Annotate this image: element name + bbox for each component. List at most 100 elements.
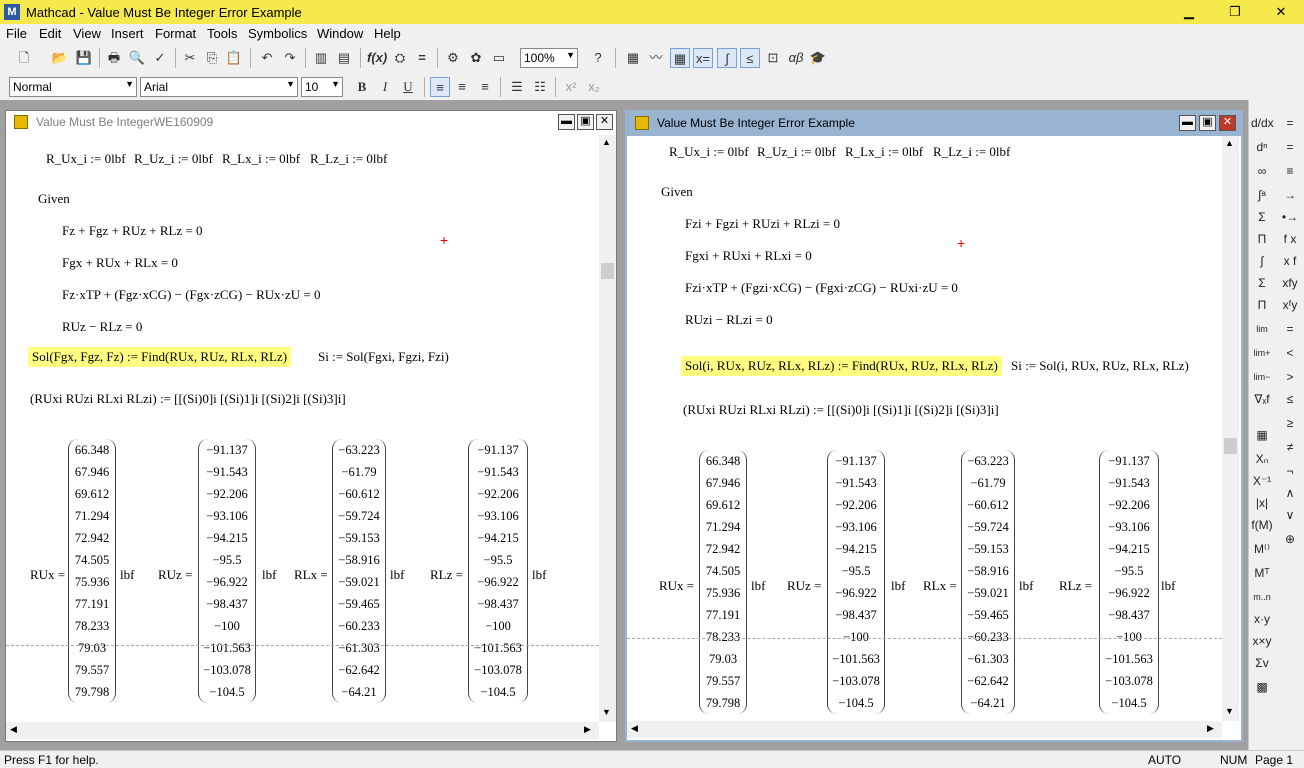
right-rlx-vector[interactable]: −63.223 −61.79 −60.612 −59.724 −59.153 −58.91… <box>961 450 1015 714</box>
prefix-operator-icon[interactable]: f x <box>1279 228 1301 250</box>
new-document-icon[interactable]: 🗋 <box>14 48 34 68</box>
left-eq-4[interactable]: RUz − RLz = 0 <box>62 319 142 335</box>
definite-integral-icon[interactable]: ∫ᵃ <box>1251 184 1273 206</box>
less-equal-icon[interactable]: ≤ <box>1279 388 1301 410</box>
left-doc-minimize-button[interactable]: ▬ <box>558 114 575 130</box>
resource-center-icon[interactable]: ✿ <box>466 48 486 68</box>
boolean-toolbar-icon[interactable]: ≤ <box>740 48 760 68</box>
superscript-button[interactable]: x² <box>561 77 581 97</box>
keyword-evaluation-icon[interactable]: •→ <box>1279 206 1301 228</box>
scroll-right-icon[interactable]: ▶ <box>584 724 591 735</box>
derivative-icon[interactable]: d/dx <box>1251 112 1274 134</box>
range-product-icon[interactable]: Π <box>1251 294 1273 316</box>
menu-format[interactable]: Format <box>155 26 196 41</box>
italic-button[interactable]: I <box>375 77 395 97</box>
spell-check-icon[interactable]: ✓ <box>150 48 170 68</box>
evaluation-toolbar-icon[interactable]: x= <box>693 48 713 68</box>
not-icon[interactable]: ¬ <box>1279 460 1301 482</box>
treefix-operator-icon[interactable]: xᶠy <box>1279 294 1301 316</box>
scroll-up-icon[interactable]: ▲ <box>1225 138 1234 148</box>
right-s-definition[interactable]: Si := Sol(i, RUx, RUz, RLx, RLz) <box>1011 358 1189 374</box>
determinant-icon[interactable]: |x| <box>1251 492 1273 514</box>
subscript-button[interactable]: x₂ <box>584 77 604 97</box>
print-icon[interactable]: 🖶 <box>104 48 124 68</box>
hyperlink-icon[interactable]: ▭ <box>489 48 509 68</box>
menu-file[interactable]: File <box>6 26 27 41</box>
postfix-operator-icon[interactable]: x f <box>1279 250 1301 272</box>
right-rlz-vector[interactable]: −91.137 −91.543 −92.206 −93.106 −94.215 −95.5… <box>1099 450 1159 714</box>
xor-icon[interactable]: ⊕ <box>1279 528 1301 550</box>
limit-icon[interactable]: lim <box>1251 318 1273 340</box>
symbolic-evaluation-icon[interactable]: → <box>1279 184 1301 206</box>
redo-icon[interactable]: ↷ <box>280 48 300 68</box>
left-ruz-vector[interactable]: −91.137 −91.543 −92.206 −93.106 −94.215 −95.5… <box>198 439 256 703</box>
right-eq-2[interactable]: Fgxi + RUxi + RLxi = 0 <box>685 248 812 264</box>
right-rux-vector[interactable]: 66.348 67.946 69.612 71.294 72.942 74.505 75.9… <box>699 450 747 714</box>
scroll-down-icon[interactable]: ▼ <box>602 707 611 717</box>
menu-insert[interactable]: Insert <box>111 26 144 41</box>
right-def-rux[interactable]: R_Ux_i := 0lbf <box>669 144 749 160</box>
global-definition-icon[interactable]: ≡ <box>1279 160 1301 182</box>
right-horizontal-scrollbar[interactable]: ◀ ▶ <box>627 721 1222 738</box>
paste-icon[interactable]: 📋 <box>224 48 244 68</box>
left-limit-icon[interactable]: lim− <box>1251 366 1273 388</box>
scroll-right-icon[interactable]: ▶ <box>1207 723 1214 734</box>
style-select[interactable]: Normal ▼ <box>9 77 137 97</box>
symbolic-equals-icon[interactable]: = <box>1279 136 1301 158</box>
gradient-icon[interactable]: ∇ₓf <box>1251 388 1273 410</box>
right-doc-close-button[interactable]: ✕ <box>1219 115 1236 131</box>
range-variable-icon[interactable]: m..n <box>1251 586 1273 608</box>
align-down-icon[interactable]: ▤ <box>334 48 354 68</box>
align-center-icon[interactable]: ≡ <box>452 77 472 97</box>
inverse-icon[interactable]: X⁻¹ <box>1251 470 1273 492</box>
not-equal-icon[interactable]: ≠ <box>1279 436 1301 458</box>
calculus-toolbar-icon[interactable]: ∫ <box>717 48 737 68</box>
menu-tools[interactable]: Tools <box>207 26 237 41</box>
underline-button[interactable]: U <box>398 77 418 97</box>
vector-sum-icon[interactable]: Σv <box>1251 652 1273 674</box>
and-icon[interactable]: ∧ <box>1279 482 1301 504</box>
or-icon[interactable]: ∨ <box>1279 504 1301 526</box>
cross-product-icon[interactable]: x×y <box>1251 630 1273 652</box>
help-icon[interactable]: ? <box>588 48 608 68</box>
right-eq-1[interactable]: Fzi + Fgzi + RUzi + RLzi = 0 <box>685 216 840 232</box>
left-worksheet[interactable]: R_Ux_i := 0lbf R_Uz_i := 0lbf R_Lx_i := … <box>6 135 599 722</box>
open-folder-icon[interactable]: 📂 <box>50 48 70 68</box>
vectorize-icon[interactable]: f(M) <box>1251 514 1273 536</box>
scroll-thumb[interactable] <box>601 263 614 279</box>
subscript-icon[interactable]: Xₙ <box>1251 448 1273 470</box>
menu-symbolics[interactable]: Symbolics <box>248 26 307 41</box>
right-vertical-scrollbar[interactable]: ▲ ▼ <box>1222 136 1239 721</box>
left-sol-definition[interactable]: Sol(Fgx, Fgz, Fz) := Find(RUx, RUz, RLx,… <box>28 347 292 367</box>
insert-unit-icon[interactable]: ⛭ <box>390 48 410 68</box>
right-assign-statement[interactable]: (RUxi RUzi RLxi RLzi) := [[(Si)0]i [(Si)… <box>683 402 999 418</box>
column-icon[interactable]: M⁽⁾ <box>1251 538 1273 560</box>
matrix-toolbar-icon[interactable]: ▦ <box>670 48 690 68</box>
equals-icon[interactable]: = <box>1279 112 1301 134</box>
align-left-icon[interactable]: ≡ <box>430 77 450 97</box>
zoom-select[interactable]: 100% ▼ <box>520 48 578 68</box>
align-right-icon[interactable]: ≡ <box>475 77 495 97</box>
insert-function-icon[interactable]: f(x) <box>367 48 387 68</box>
right-eq-4[interactable]: RUzi − RLzi = 0 <box>685 312 773 328</box>
right-eq-3[interactable]: Fzi·xTP + (Fgzi·xCG) − (Fgxi·zCG) − RUxi… <box>685 280 958 296</box>
infinity-icon[interactable]: ∞ <box>1251 160 1273 182</box>
numbering-icon[interactable]: ☷ <box>530 77 550 97</box>
dot-product-icon[interactable]: x·y <box>1251 608 1273 630</box>
programming-toolbar-icon[interactable]: ⊡ <box>763 48 783 68</box>
greater-than-icon[interactable]: > <box>1279 366 1301 388</box>
menu-view[interactable]: View <box>73 26 101 41</box>
left-def-ruz[interactable]: R_Uz_i := 0lbf <box>134 151 213 167</box>
align-top-icon[interactable]: ▥ <box>311 48 331 68</box>
insert-matrix-icon[interactable]: ▦ <box>1251 424 1273 446</box>
greek-toolbar-icon[interactable]: αβ <box>786 48 806 68</box>
graph-toolbar-icon[interactable]: 〰 <box>646 48 666 68</box>
left-vertical-scrollbar[interactable]: ▲ ▼ <box>599 135 616 722</box>
left-def-rlz[interactable]: R_Lz_i := 0lbf <box>310 151 387 167</box>
maximize-button[interactable]: ❐ <box>1212 0 1258 24</box>
left-rux-vector[interactable]: 66.348 67.946 69.612 71.294 72.942 74.505 75.9… <box>68 439 116 703</box>
product-range-icon[interactable]: Π <box>1251 228 1273 250</box>
font-size-select[interactable]: 10 ▼ <box>301 77 343 97</box>
menu-window[interactable]: Window <box>317 26 363 41</box>
left-given-label[interactable]: Given <box>38 191 70 207</box>
